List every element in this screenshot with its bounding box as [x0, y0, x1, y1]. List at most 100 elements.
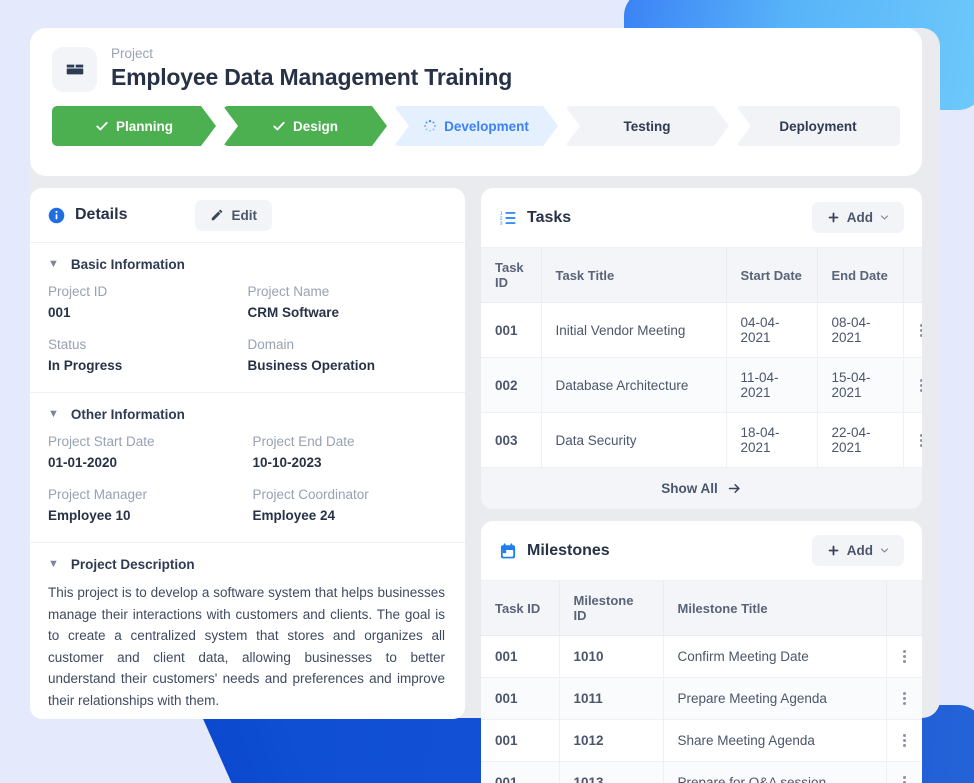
- table-row[interactable]: 001 1010 Confirm Meeting Date: [481, 636, 922, 678]
- project-header-card: Project Employee Data Management Trainin…: [30, 28, 922, 176]
- stepper-step-planning[interactable]: Planning: [52, 106, 216, 146]
- project-kicker: Project: [111, 46, 512, 62]
- task-id[interactable]: 003: [481, 413, 541, 468]
- other-information-fields: Project Start Date 01-01-2020 Project En…: [48, 432, 447, 526]
- column-header-task-title[interactable]: Task Title: [541, 248, 726, 303]
- page-title: Employee Data Management Training: [111, 62, 512, 92]
- task-id[interactable]: 001: [481, 303, 541, 358]
- field-value: Employee 24: [253, 505, 448, 526]
- stepper-label: Development: [444, 119, 529, 134]
- milestone-task-id[interactable]: 001: [481, 636, 559, 678]
- project-header-top: Project Employee Data Management Trainin…: [30, 28, 922, 92]
- edit-button[interactable]: Edit: [195, 200, 272, 231]
- table-row[interactable]: 001 1013 Prepare for Q&A session: [481, 762, 922, 783]
- details-title: Details: [75, 206, 127, 224]
- milestones-table-header-row: Task ID Milestone ID Milestone Title: [481, 581, 922, 636]
- field-project-coordinator: Project Coordinator Employee 24: [248, 485, 448, 526]
- svg-text:1: 1: [500, 210, 503, 216]
- task-end-date: 22-04-2021: [817, 413, 903, 468]
- field-value: Employee 10: [48, 505, 248, 526]
- section-other-header[interactable]: ▼ Other Information: [48, 407, 447, 422]
- row-menu-icon[interactable]: [886, 636, 922, 678]
- table-row[interactable]: 001 1011 Prepare Meeting Agenda: [481, 678, 922, 720]
- milestone-task-id[interactable]: 001: [481, 678, 559, 720]
- info-icon: [48, 207, 65, 224]
- details-panel: Details Edit ▼ Basic Information Project…: [30, 188, 465, 719]
- milestone-task-id[interactable]: 001: [481, 762, 559, 783]
- milestone-title: Confirm Meeting Date: [663, 636, 886, 678]
- table-row[interactable]: 002 Database Architecture 11-04-2021 15-…: [481, 358, 922, 413]
- milestone-id[interactable]: 1010: [559, 636, 663, 678]
- column-header-task-id[interactable]: Task ID: [481, 581, 559, 636]
- stepper-step-testing[interactable]: Testing: [565, 106, 729, 146]
- section-title: Basic Information: [71, 257, 185, 272]
- section-title: Project Description: [71, 557, 195, 572]
- task-title: Initial Vendor Meeting: [541, 303, 726, 358]
- project-icon: [52, 47, 97, 92]
- svg-text:2: 2: [500, 215, 503, 221]
- field-value: 10-10-2023: [253, 452, 448, 473]
- table-row[interactable]: 001 Initial Vendor Meeting 04-04-2021 08…: [481, 303, 922, 358]
- milestone-title: Prepare for Q&A session: [663, 762, 886, 783]
- chevron-down-icon: [880, 213, 889, 222]
- table-row[interactable]: 001 1012 Share Meeting Agenda: [481, 720, 922, 762]
- column-header-milestone-id[interactable]: Milestone ID: [559, 581, 663, 636]
- row-menu-icon[interactable]: [886, 762, 922, 783]
- column-header-end-date[interactable]: End Date: [817, 248, 903, 303]
- row-menu-icon[interactable]: [903, 413, 922, 468]
- task-id[interactable]: 002: [481, 358, 541, 413]
- field-project-id: Project ID 001: [48, 282, 248, 323]
- stepper-label: Deployment: [779, 119, 856, 134]
- section-title: Other Information: [71, 407, 185, 422]
- spinner-icon: [423, 119, 437, 133]
- field-label: Project Manager: [48, 485, 248, 505]
- basic-information-fields: Project ID 001 Project Name CRM Software…: [48, 282, 447, 376]
- column-header-task-id[interactable]: Task ID: [481, 248, 541, 303]
- milestone-id[interactable]: 1012: [559, 720, 663, 762]
- milestone-task-id[interactable]: 001: [481, 720, 559, 762]
- row-menu-icon[interactable]: [886, 678, 922, 720]
- field-value: 001: [48, 302, 248, 323]
- stepper-step-deployment[interactable]: Deployment: [736, 106, 900, 146]
- milestones-add-label: Add: [847, 543, 873, 558]
- check-icon: [95, 119, 109, 133]
- row-menu-icon[interactable]: [903, 358, 922, 413]
- field-label: Project End Date: [253, 432, 448, 452]
- milestones-table: Task ID Milestone ID Milestone Title 001…: [481, 581, 922, 783]
- task-title: Data Security: [541, 413, 726, 468]
- stepper-step-design[interactable]: Design: [223, 106, 387, 146]
- milestones-panel-header: Milestones Add: [481, 521, 922, 581]
- field-project-name: Project Name CRM Software: [248, 282, 448, 323]
- task-start-date: 04-04-2021: [726, 303, 817, 358]
- stepper-label: Planning: [116, 119, 173, 134]
- column-header-start-date[interactable]: Start Date: [726, 248, 817, 303]
- svg-text:3: 3: [500, 220, 503, 226]
- tasks-show-all-button[interactable]: Show All: [481, 468, 922, 509]
- stepper-label: Testing: [624, 119, 671, 134]
- field-project-manager: Project Manager Employee 10: [48, 485, 248, 526]
- section-basic-information: ▼ Basic Information Project ID 001 Proje…: [30, 243, 465, 393]
- check-icon: [272, 119, 286, 133]
- row-menu-icon[interactable]: [886, 720, 922, 762]
- field-label: Project ID: [48, 282, 248, 302]
- milestone-id[interactable]: 1011: [559, 678, 663, 720]
- field-label: Project Start Date: [48, 432, 248, 452]
- milestone-id[interactable]: 1013: [559, 762, 663, 783]
- task-title: Database Architecture: [541, 358, 726, 413]
- section-project-description: ▼ Project Description This project is to…: [30, 543, 465, 719]
- section-description-header[interactable]: ▼ Project Description: [48, 557, 447, 572]
- task-end-date: 15-04-2021: [817, 358, 903, 413]
- chevron-down-icon: [880, 546, 889, 555]
- field-value: 01-01-2020: [48, 452, 248, 473]
- milestone-title: Share Meeting Agenda: [663, 720, 886, 762]
- stepper-step-development[interactable]: Development: [394, 106, 558, 146]
- section-basic-header[interactable]: ▼ Basic Information: [48, 257, 447, 272]
- table-row[interactable]: 003 Data Security 18-04-2021 22-04-2021: [481, 413, 922, 468]
- tasks-add-button[interactable]: Add: [812, 202, 904, 233]
- field-label: Domain: [248, 335, 448, 355]
- field-label: Project Coordinator: [253, 485, 448, 505]
- column-header-milestone-title[interactable]: Milestone Title: [663, 581, 886, 636]
- milestones-add-button[interactable]: Add: [812, 535, 904, 566]
- row-menu-icon[interactable]: [903, 303, 922, 358]
- right-column: 1 2 3 Tasks Add Task ID: [481, 188, 922, 783]
